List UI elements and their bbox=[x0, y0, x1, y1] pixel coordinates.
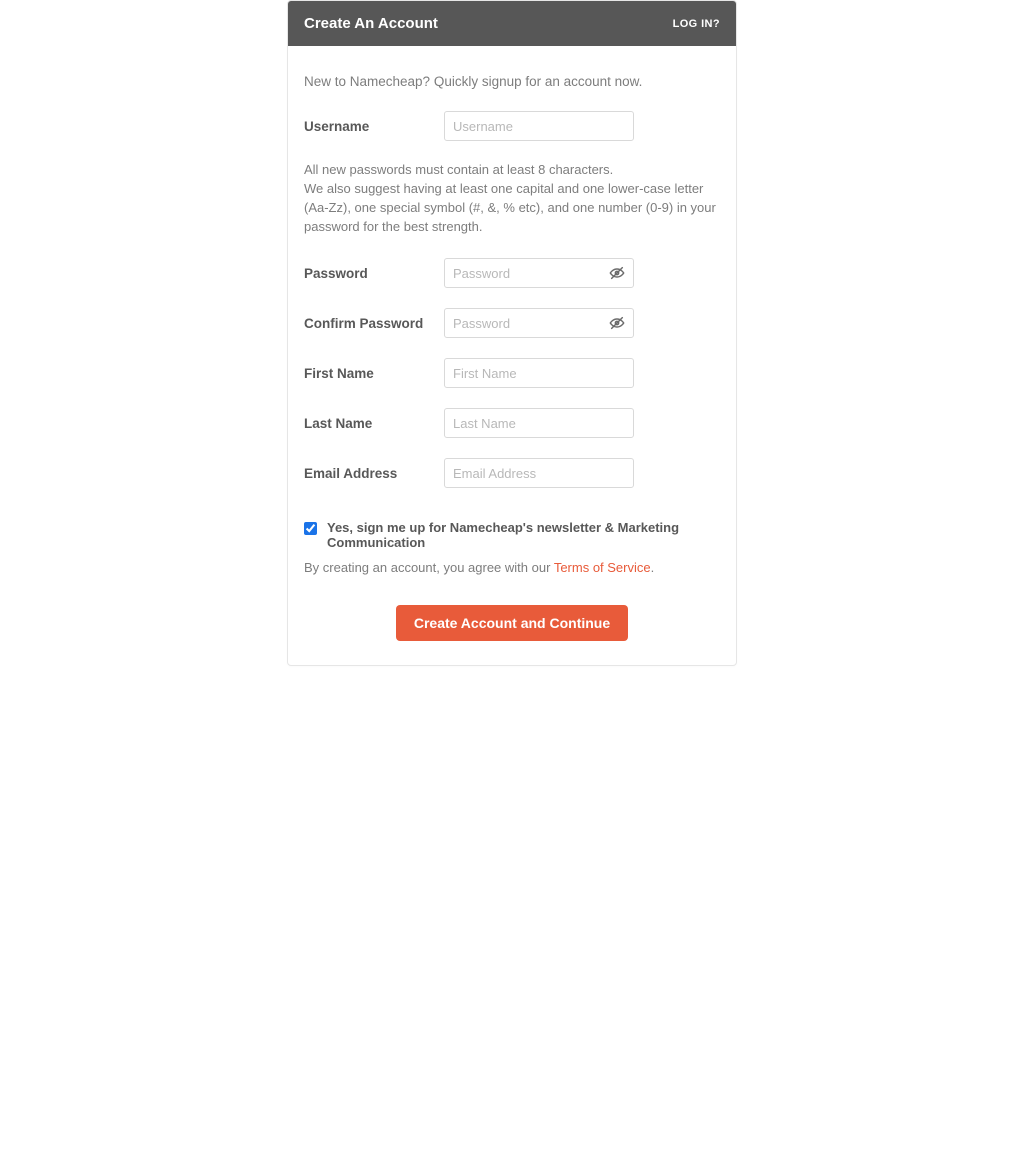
label-first-name: First Name bbox=[304, 366, 444, 381]
first-name-input[interactable] bbox=[444, 358, 634, 388]
card-body: New to Namecheap? Quickly signup for an … bbox=[288, 46, 736, 665]
username-input[interactable] bbox=[444, 111, 634, 141]
card-header: Create An Account LOG IN? bbox=[288, 1, 736, 46]
row-first-name: First Name bbox=[304, 358, 720, 388]
label-confirm-password: Confirm Password bbox=[304, 316, 444, 331]
row-username: Username bbox=[304, 111, 720, 141]
confirm-password-input[interactable] bbox=[444, 308, 634, 338]
newsletter-row: Yes, sign me up for Namecheap's newslett… bbox=[304, 520, 720, 550]
eye-slash-icon[interactable] bbox=[608, 314, 626, 332]
newsletter-checkbox[interactable] bbox=[304, 522, 317, 535]
tos-link[interactable]: Terms of Service bbox=[554, 560, 651, 575]
email-input[interactable] bbox=[444, 458, 634, 488]
tos-text: By creating an account, you agree with o… bbox=[304, 560, 720, 575]
label-email: Email Address bbox=[304, 466, 444, 481]
password-hint: All new passwords must contain at least … bbox=[304, 161, 720, 236]
row-email: Email Address bbox=[304, 458, 720, 488]
label-username: Username bbox=[304, 119, 444, 134]
row-confirm-password: Confirm Password bbox=[304, 308, 720, 338]
login-link[interactable]: LOG IN? bbox=[673, 18, 720, 30]
page-title: Create An Account bbox=[304, 15, 438, 32]
label-last-name: Last Name bbox=[304, 416, 444, 431]
scroll-filler bbox=[0, 706, 1024, 1152]
last-name-input[interactable] bbox=[444, 408, 634, 438]
tos-prefix: By creating an account, you agree with o… bbox=[304, 560, 554, 575]
row-password: Password bbox=[304, 258, 720, 288]
intro-text: New to Namecheap? Quickly signup for an … bbox=[304, 74, 720, 89]
label-password: Password bbox=[304, 266, 444, 281]
newsletter-label: Yes, sign me up for Namecheap's newslett… bbox=[327, 520, 720, 550]
create-account-button[interactable]: Create Account and Continue bbox=[396, 605, 628, 641]
password-input[interactable] bbox=[444, 258, 634, 288]
tos-suffix: . bbox=[651, 560, 655, 575]
eye-slash-icon[interactable] bbox=[608, 264, 626, 282]
row-last-name: Last Name bbox=[304, 408, 720, 438]
signup-card: Create An Account LOG IN? New to Nameche… bbox=[287, 0, 737, 666]
